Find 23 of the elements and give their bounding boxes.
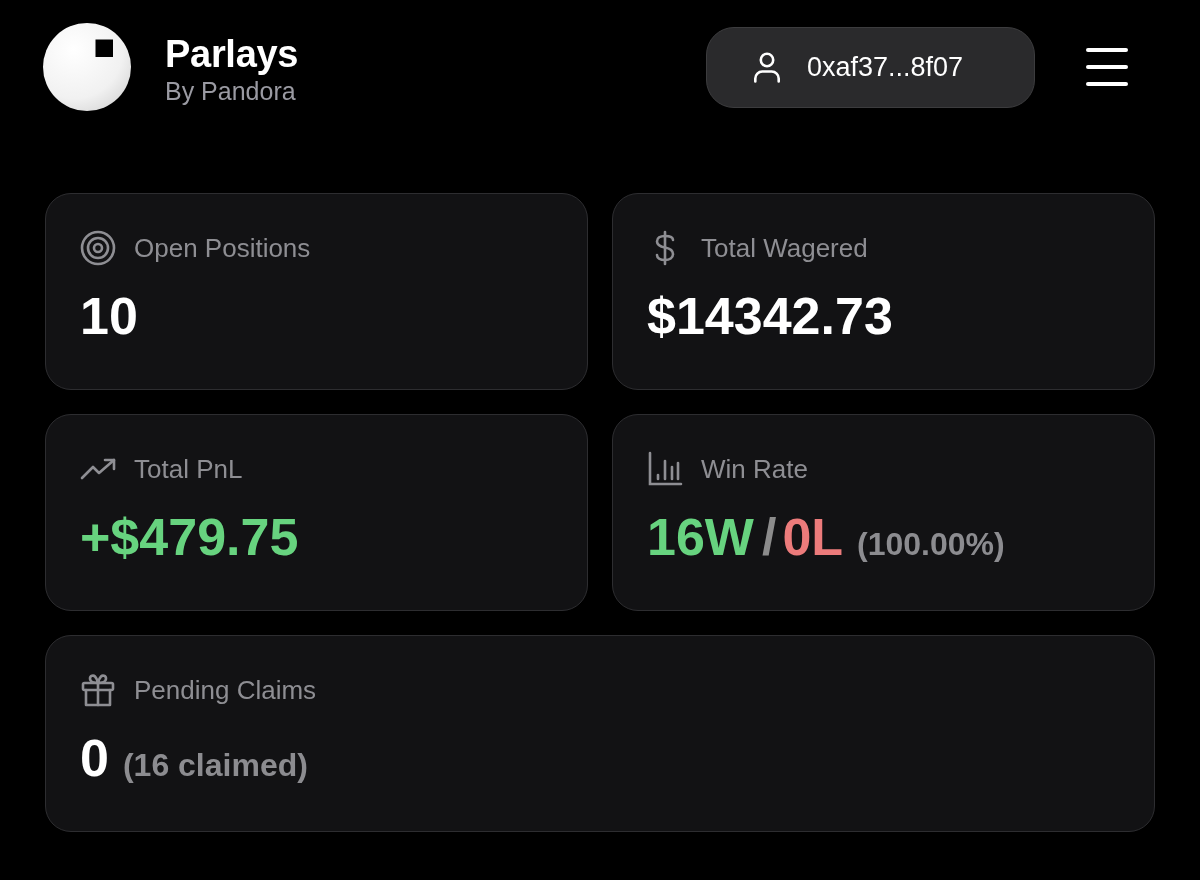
stat-label: Win Rate	[701, 453, 808, 485]
stat-label: Pending Claims	[134, 674, 317, 706]
stat-value: 10	[80, 286, 138, 346]
stat-note: (16 claimed)	[122, 747, 308, 784]
menu-icon[interactable]	[1086, 48, 1128, 86]
app-subtitle: By Pandora	[165, 76, 297, 106]
wins-count: 16W	[647, 507, 754, 567]
bar-chart-icon	[647, 451, 683, 487]
losses-count: 0L	[782, 507, 844, 567]
stat-label: Open Positions	[134, 232, 311, 264]
stat-label: Total PnL	[134, 453, 243, 485]
app-title: Parlays	[165, 32, 299, 76]
logo-icon	[43, 23, 131, 111]
wallet-button[interactable]: 0xaf37...8f07	[706, 26, 1035, 108]
stat-value: +$479.75	[80, 507, 299, 567]
stat-label: Total Wagered	[701, 232, 868, 264]
target-icon	[80, 230, 116, 266]
user-icon	[753, 51, 781, 83]
record-separator: /	[761, 507, 777, 567]
stat-value: 0	[80, 728, 109, 788]
stat-value: $14342.73	[647, 286, 893, 346]
win-rate-percent: (100.00%)	[857, 526, 1005, 563]
gift-icon	[80, 672, 116, 708]
